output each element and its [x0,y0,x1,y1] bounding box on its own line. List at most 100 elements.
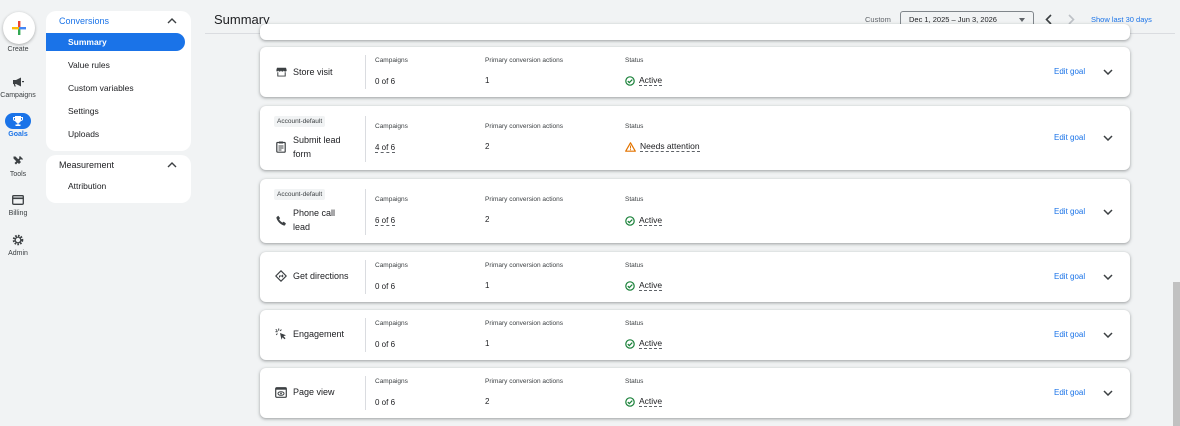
chevron-down-icon [1103,332,1113,338]
show-last-30-days-link[interactable]: Show last 30 days [1091,15,1152,24]
goal-card: Get directions Campaigns 0 of 6 Primary … [260,252,1130,302]
campaigns-header: Campaigns [375,196,408,203]
goal-card: Engagement Campaigns 0 of 6 Primary conv… [260,310,1130,360]
campaigns-header: Campaigns [375,262,408,269]
status-text: Needs attention [640,141,700,152]
chevron-down-icon [1103,274,1113,280]
rail-label-admin: Admin [8,250,28,257]
status-text: Active [639,215,663,226]
vertical-scrollbar[interactable] [1173,282,1180,426]
nav-item-summary[interactable]: Summary [46,33,185,51]
primary-actions-header: Primary conversion actions [485,320,564,327]
conversions-nav: Conversions Summary Value rules Custom v… [46,11,191,151]
primary-actions-value: 1 [485,281,490,290]
divider [365,55,366,89]
check-circle-icon [625,338,635,349]
chevron-up-icon [167,162,177,168]
status-header: Status [625,196,644,203]
rail-item-admin[interactable]: Admin [0,232,36,257]
campaigns-link[interactable]: 6 of 6 [375,216,396,226]
plus-icon [12,21,26,35]
form-icon [274,140,288,154]
rail-item-campaigns[interactable]: Campaigns [0,74,36,99]
dropdown-caret-icon [1019,18,1025,22]
rail-label-campaigns: Campaigns [0,92,36,99]
divider [365,189,366,235]
expand-button[interactable] [1102,387,1114,399]
primary-actions-header: Primary conversion actions [485,196,564,203]
create-button[interactable] [3,12,35,44]
edit-goal-button[interactable]: Edit goal [1054,388,1085,397]
warning-icon [625,141,636,152]
goal-name: Engagement [293,329,345,339]
check-circle-icon [625,280,635,291]
edit-goal-button[interactable]: Edit goal [1054,133,1085,142]
primary-actions-value: 1 [485,76,490,85]
goal-card: Store visit Campaigns 0 of 6 Primary con… [260,47,1130,97]
status-text: Active [639,75,663,86]
measurement-header[interactable]: Measurement [46,155,191,175]
expand-button[interactable] [1102,132,1114,144]
store-icon [274,65,288,79]
nav-item-attribution[interactable]: Attribution [46,175,185,198]
campaigns-header: Campaigns [375,378,408,385]
status-value[interactable]: Needs attention [625,141,700,152]
edit-goal-button[interactable]: Edit goal [1054,67,1085,76]
create-label: Create [7,46,29,53]
edit-goal-button[interactable]: Edit goal [1054,330,1085,339]
primary-actions-value: 1 [485,339,490,348]
expand-button[interactable] [1102,271,1114,283]
status-value[interactable]: Active [625,396,663,407]
goal-title: Page view [274,385,335,399]
status-value[interactable]: Active [625,215,663,226]
chevron-left-icon [1044,13,1052,25]
goal-name: Store visit [293,67,333,77]
status-header: Status [625,262,644,269]
measurement-header-label: Measurement [59,160,115,170]
chevron-down-icon [1103,390,1113,396]
status-header: Status [625,57,644,64]
nav-item-settings[interactable]: Settings [46,100,185,123]
nav-item-custom-variables[interactable]: Custom variables [46,77,185,100]
expand-button[interactable] [1102,206,1114,218]
divider [365,318,366,352]
status-value[interactable]: Active [625,280,663,291]
conversions-header[interactable]: Conversions [46,11,191,31]
goal-card: Account-default Submit lead form Campaig… [260,106,1130,170]
check-circle-icon [625,215,635,226]
status-header: Status [625,123,644,130]
goal-name: Get directions [293,271,349,281]
status-value[interactable]: Active [625,338,663,349]
check-circle-icon [625,396,635,407]
rail-item-billing[interactable]: Billing [0,192,36,217]
campaigns-link[interactable]: 4 of 6 [375,143,396,153]
nav-item-value-rules[interactable]: Value rules [46,54,185,77]
goal-name: Phone call lead [293,208,336,232]
rail-item-goals[interactable]: Goals [0,113,36,138]
engagement-icon [274,327,288,341]
edit-goal-button[interactable]: Edit goal [1054,272,1085,281]
goal-name: Page view [293,387,335,397]
chevron-down-icon [1103,209,1113,215]
primary-actions-header: Primary conversion actions [485,262,564,269]
check-circle-icon [625,75,635,86]
chevron-down-icon [1103,135,1113,141]
campaigns-value: 0 of 6 [375,398,396,407]
goal-title: Engagement [274,327,344,341]
primary-actions-value: 2 [485,397,490,406]
rail-item-tools[interactable]: Tools [0,153,36,178]
nav-item-uploads[interactable]: Uploads [46,123,185,146]
goal-card: Account-default Phone call lead Campaign… [260,179,1130,243]
campaigns-header: Campaigns [375,320,408,327]
expand-button[interactable] [1102,66,1114,78]
rail-label-goals: Goals [8,131,28,138]
status-value[interactable]: Active [625,75,663,86]
goal-title: Store visit [274,65,333,79]
edit-goal-button[interactable]: Edit goal [1054,207,1085,216]
chevron-down-icon [1103,69,1113,75]
primary-actions-header: Primary conversion actions [485,57,564,64]
tools-icon [5,153,31,169]
megaphone-icon [5,74,31,90]
expand-button[interactable] [1102,329,1114,341]
status-text: Active [639,396,663,407]
